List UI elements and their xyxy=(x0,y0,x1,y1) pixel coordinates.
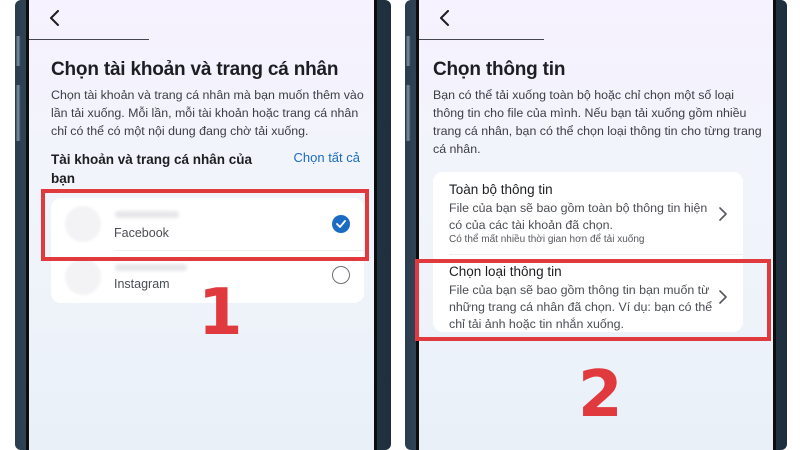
phone-side-button xyxy=(15,85,21,141)
phone-side-button xyxy=(405,85,411,141)
select-all-button[interactable]: Chọn tất cả xyxy=(294,150,361,165)
account-checkbox-unchecked[interactable] xyxy=(332,266,350,284)
chevron-right-icon xyxy=(719,207,727,221)
avatar xyxy=(65,259,101,295)
back-button[interactable] xyxy=(433,6,457,30)
row-divider xyxy=(449,254,743,255)
phone-side-button xyxy=(15,36,21,66)
back-button[interactable] xyxy=(43,6,67,30)
back-arrow-icon xyxy=(440,10,449,26)
page-description: Chọn tài khoản và trang cá nhân mà bạn m… xyxy=(51,88,364,138)
highlight-box-step-1 xyxy=(41,189,369,261)
header-divider xyxy=(419,39,544,40)
back-arrow-icon xyxy=(50,10,59,26)
section-heading: Tài khoản và trang cá nhân của bạn xyxy=(51,152,253,186)
option-all-information[interactable]: Toàn bộ thông tin File của bạn sẽ bao gồ… xyxy=(433,172,743,252)
page-title: Chọn tài khoản và trang cá nhân xyxy=(51,59,339,80)
page-description: Bạn có thể tải xuống toàn bộ hoặc chỉ ch… xyxy=(433,88,762,156)
account-name-redacted xyxy=(115,264,187,271)
account-platform-label: Instagram xyxy=(114,277,170,291)
step-number-1: 1 xyxy=(198,276,243,350)
option-title: Toàn bộ thông tin xyxy=(449,182,553,197)
option-note: Có thể mất nhiều thời gian hơn để tải xu… xyxy=(449,234,645,245)
option-description: File của bạn sẽ bao gồm toàn bộ thông ti… xyxy=(449,201,708,232)
step-number-2: 2 xyxy=(578,358,623,432)
header-divider xyxy=(29,39,149,40)
page-title: Chọn thông tin xyxy=(433,59,566,80)
highlight-box-step-2 xyxy=(415,259,771,341)
phone-side-button xyxy=(405,36,411,66)
